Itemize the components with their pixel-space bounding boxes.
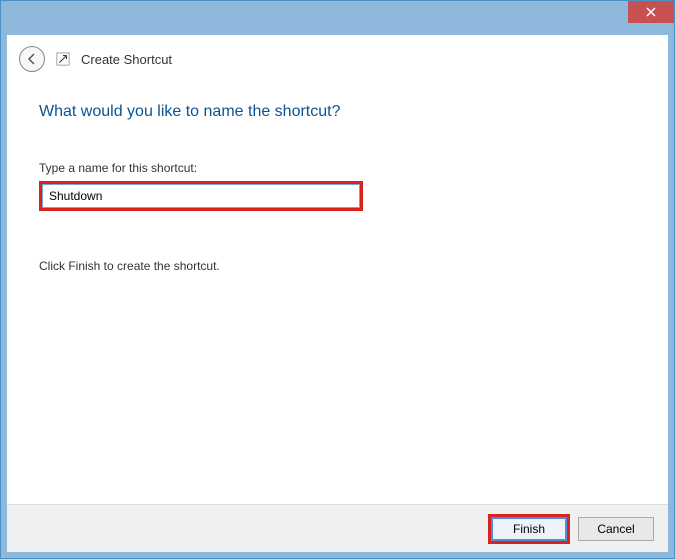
finish-button[interactable]: Finish <box>491 517 567 541</box>
close-button[interactable] <box>628 1 674 23</box>
content-area: What would you like to name the shortcut… <box>7 83 668 273</box>
header-row: Create Shortcut <box>7 35 668 83</box>
hint-text: Click Finish to create the shortcut. <box>39 259 636 273</box>
back-button[interactable] <box>19 46 45 72</box>
back-arrow-icon <box>25 52 39 66</box>
finish-button-highlight: Finish <box>488 514 570 544</box>
name-input-highlight <box>39 181 363 211</box>
name-field-label: Type a name for this shortcut: <box>39 161 636 175</box>
shortcut-icon <box>55 51 71 67</box>
titlebar <box>628 1 674 29</box>
main-heading: What would you like to name the shortcut… <box>39 103 636 121</box>
window-frame: Create Shortcut What would you like to n… <box>0 0 675 559</box>
cancel-button[interactable]: Cancel <box>578 517 654 541</box>
dialog-body: Create Shortcut What would you like to n… <box>7 35 668 552</box>
button-row: Finish Cancel <box>7 504 668 552</box>
shortcut-name-input[interactable] <box>42 184 360 208</box>
close-icon <box>646 7 656 17</box>
dialog-title: Create Shortcut <box>81 52 172 67</box>
